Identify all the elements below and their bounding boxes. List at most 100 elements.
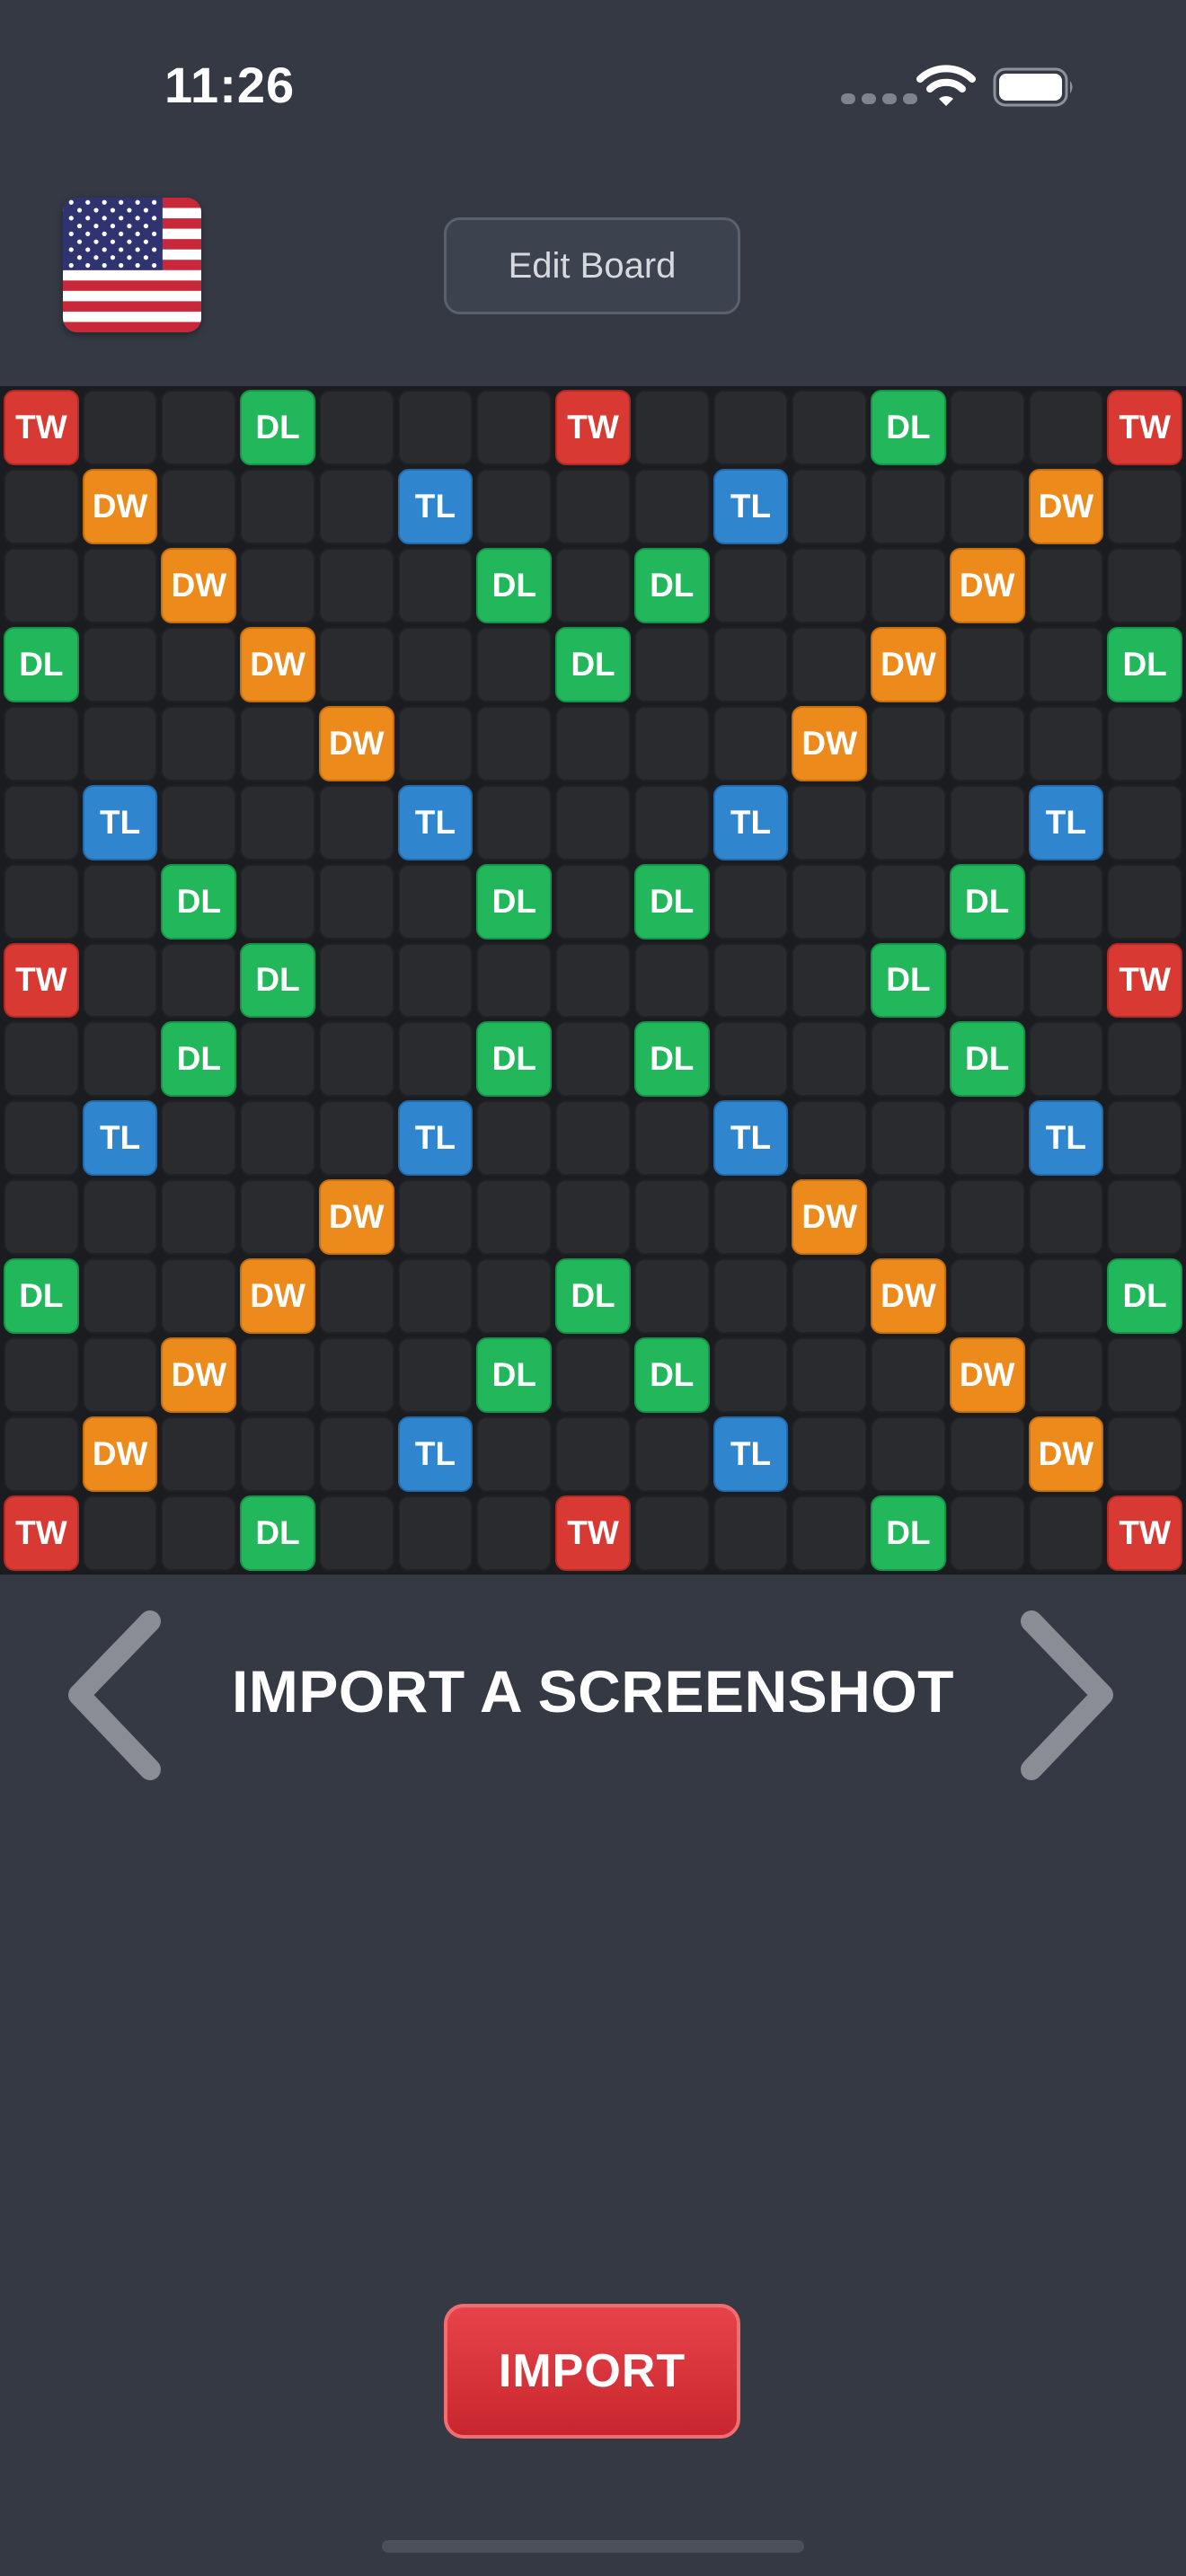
board-cell-empty[interactable] [240, 863, 315, 940]
board-cell-empty[interactable] [318, 547, 394, 623]
board-cell-empty[interactable] [633, 1495, 710, 1571]
board-cell-empty[interactable] [161, 1416, 237, 1493]
board-cell-empty[interactable] [712, 863, 789, 940]
import-button[interactable]: IMPORT [444, 2304, 740, 2439]
board-cell-empty[interactable] [476, 705, 553, 781]
board-cell-dl[interactable]: DL [633, 1021, 710, 1098]
board-cell-empty[interactable] [240, 705, 315, 781]
board-cell-empty[interactable] [476, 626, 553, 702]
board-cell-empty[interactable] [397, 547, 474, 623]
board-cell-empty[interactable] [161, 626, 237, 702]
board-cell-dl[interactable]: DL [476, 547, 553, 623]
board-cell-empty[interactable] [1107, 547, 1182, 623]
board-cell-empty[interactable] [633, 468, 710, 544]
board-cell-dw[interactable]: DW [949, 547, 1025, 623]
board-cell-dw[interactable]: DW [82, 1416, 158, 1493]
board-cell-dl[interactable]: DL [555, 626, 631, 702]
board-cell-empty[interactable] [318, 942, 394, 1019]
board-cell-tl[interactable]: TL [712, 468, 789, 544]
board-cell-empty[interactable] [318, 1337, 394, 1414]
board-cell-dw[interactable]: DW [1028, 468, 1104, 544]
board-cell-empty[interactable] [4, 1021, 79, 1098]
board-cell-dw[interactable]: DW [1028, 1416, 1104, 1493]
board-cell-dw[interactable]: DW [949, 1337, 1025, 1414]
board-cell-empty[interactable] [792, 1495, 868, 1571]
board-cell-empty[interactable] [949, 1495, 1025, 1571]
board-cell-dl[interactable]: DL [240, 390, 315, 465]
board-cell-empty[interactable] [792, 390, 868, 465]
board-cell-empty[interactable] [555, 784, 631, 860]
board-cell-empty[interactable] [712, 1495, 789, 1571]
board-cell-dw[interactable]: DW [161, 547, 237, 623]
board-cell-empty[interactable] [792, 784, 868, 860]
board-cell-empty[interactable] [4, 1179, 79, 1256]
board-cell-empty[interactable] [318, 784, 394, 860]
board-cell-empty[interactable] [1028, 1021, 1104, 1098]
board-cell-dl[interactable]: DL [161, 1021, 237, 1098]
board-cell-dl[interactable]: DL [555, 1258, 631, 1335]
board-cell-empty[interactable] [1028, 626, 1104, 702]
board-cell-empty[interactable] [712, 547, 789, 623]
board-cell-empty[interactable] [792, 942, 868, 1019]
board-cell-dl[interactable]: DL [633, 547, 710, 623]
board-cell-tl[interactable]: TL [712, 1100, 789, 1177]
board-cell-empty[interactable] [318, 390, 394, 465]
board-cell-empty[interactable] [318, 1416, 394, 1493]
board-cell-empty[interactable] [1107, 1337, 1182, 1414]
board-cell-empty[interactable] [318, 1100, 394, 1177]
board-cell-empty[interactable] [1028, 863, 1104, 940]
board-cell-tw[interactable]: TW [1107, 942, 1182, 1019]
board-cell-empty[interactable] [555, 1100, 631, 1177]
board-cell-dl[interactable]: DL [240, 942, 315, 1019]
board-cell-dl[interactable]: DL [161, 863, 237, 940]
board-cell-tw[interactable]: TW [1107, 390, 1182, 465]
board-cell-dl[interactable]: DL [633, 1337, 710, 1414]
board-cell-empty[interactable] [161, 1100, 237, 1177]
board-cell-empty[interactable] [555, 547, 631, 623]
board-cell-empty[interactable] [633, 1416, 710, 1493]
board-cell-empty[interactable] [318, 1258, 394, 1335]
board-cell-empty[interactable] [476, 1100, 553, 1177]
board-cell-tl[interactable]: TL [397, 1416, 474, 1493]
board-cell-empty[interactable] [871, 1100, 946, 1177]
board-cell-empty[interactable] [792, 863, 868, 940]
board-cell-empty[interactable] [161, 468, 237, 544]
board-cell-empty[interactable] [476, 942, 553, 1019]
board-cell-empty[interactable] [1028, 547, 1104, 623]
board-cell-empty[interactable] [871, 1021, 946, 1098]
board-cell-empty[interactable] [871, 705, 946, 781]
board-cell-tw[interactable]: TW [555, 1495, 631, 1571]
board-cell-dl[interactable]: DL [871, 1495, 946, 1571]
board-cell-empty[interactable] [633, 626, 710, 702]
board-cell-empty[interactable] [1028, 705, 1104, 781]
board-cell-empty[interactable] [633, 1179, 710, 1256]
us-flag-icon[interactable] [63, 198, 201, 332]
board-cell-empty[interactable] [476, 1495, 553, 1571]
board-cell-dl[interactable]: DL [476, 1021, 553, 1098]
board-cell-empty[interactable] [1107, 1179, 1182, 1256]
board-cell-empty[interactable] [1028, 1258, 1104, 1335]
board-cell-empty[interactable] [318, 1495, 394, 1571]
board-cell-dw[interactable]: DW [318, 705, 394, 781]
board-cell-empty[interactable] [871, 1337, 946, 1414]
board-cell-empty[interactable] [4, 1337, 79, 1414]
board-cell-empty[interactable] [397, 942, 474, 1019]
board-cell-empty[interactable] [4, 784, 79, 860]
board-cell-empty[interactable] [476, 390, 553, 465]
board-cell-empty[interactable] [1028, 390, 1104, 465]
board-cell-empty[interactable] [240, 1100, 315, 1177]
board-cell-tl[interactable]: TL [712, 784, 789, 860]
board-cell-empty[interactable] [82, 626, 158, 702]
board-cell-empty[interactable] [1028, 942, 1104, 1019]
board-cell-empty[interactable] [4, 1416, 79, 1493]
board-cell-empty[interactable] [633, 705, 710, 781]
board-cell-empty[interactable] [949, 942, 1025, 1019]
board-cell-empty[interactable] [240, 784, 315, 860]
board-cell-tw[interactable]: TW [4, 1495, 79, 1571]
board-cell-dw[interactable]: DW [792, 705, 868, 781]
board-cell-dw[interactable]: DW [240, 1258, 315, 1335]
board-cell-empty[interactable] [1107, 468, 1182, 544]
board-cell-empty[interactable] [82, 1179, 158, 1256]
board-cell-dl[interactable]: DL [871, 942, 946, 1019]
board-cell-empty[interactable] [1028, 1495, 1104, 1571]
